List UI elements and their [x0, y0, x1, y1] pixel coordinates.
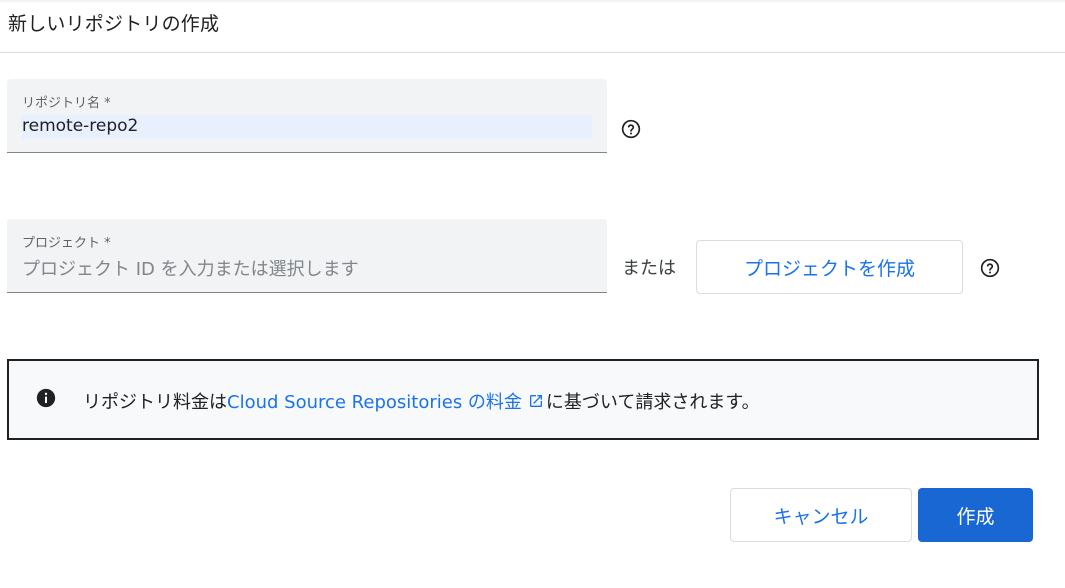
project-input[interactable]: プロジェクト ID を入力または選択します: [22, 255, 359, 281]
project-label: プロジェクト *: [22, 236, 111, 251]
project-field[interactable]: プロジェクト * プロジェクト ID を入力または選択します: [7, 219, 607, 293]
repository-name-field[interactable]: リポジトリ名 * remote-repo2: [7, 79, 607, 153]
pricing-link[interactable]: Cloud Source Repositories の料金: [227, 388, 546, 414]
help-icon[interactable]: [621, 119, 641, 139]
create-button[interactable]: 作成: [918, 488, 1033, 542]
title-divider: [0, 52, 1065, 53]
create-project-button[interactable]: プロジェクトを作成: [696, 240, 963, 294]
pricing-link-text[interactable]: Cloud Source Repositories の料金: [227, 388, 522, 414]
pricing-info-box: リポジトリ料金は Cloud Source Repositories の料金 に…: [7, 359, 1039, 440]
help-icon[interactable]: [980, 258, 1000, 278]
info-suffix: に基づいて請求されます。: [545, 392, 760, 413]
or-label: または: [622, 258, 676, 279]
info-prefix: リポジトリ料金は: [83, 392, 227, 413]
cancel-button[interactable]: キャンセル: [730, 488, 912, 542]
dialog-title: 新しいリポジトリの作成: [8, 13, 220, 35]
pricing-info-text: リポジトリ料金は Cloud Source Repositories の料金 に…: [83, 388, 760, 414]
create-repository-dialog: 新しいリポジトリの作成 リポジトリ名 * remote-repo2 プロジェクト…: [0, 0, 1065, 588]
external-link-icon[interactable]: [528, 393, 544, 409]
repository-name-input[interactable]: remote-repo2: [22, 116, 138, 136]
repository-name-label: リポジトリ名 *: [22, 96, 111, 111]
title-shadow: [0, 0, 1065, 3]
info-icon: [36, 388, 56, 408]
